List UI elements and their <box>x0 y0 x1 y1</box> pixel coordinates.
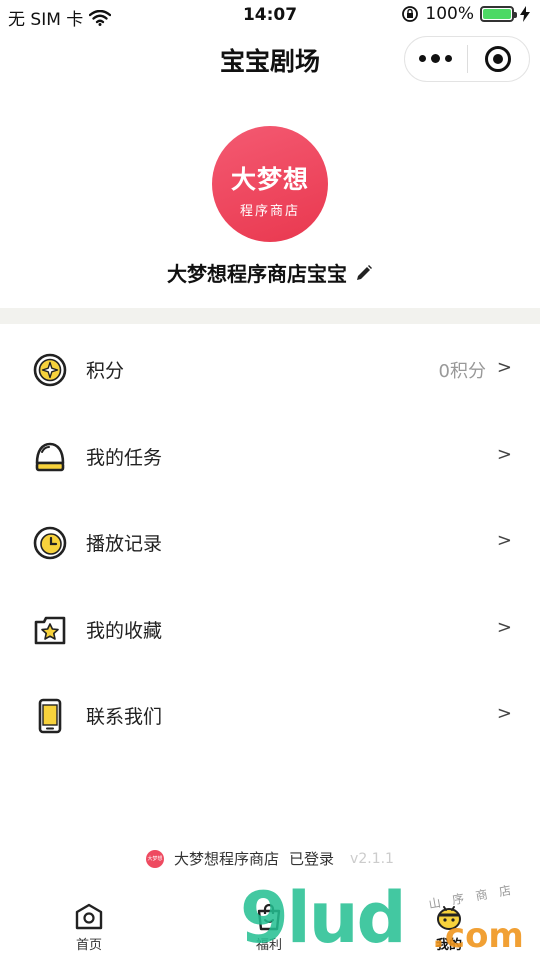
chevron-right-icon: > <box>496 443 512 465</box>
nav-bar: 宝宝剧场 <box>0 30 540 86</box>
close-program-button[interactable] <box>468 37 530 81</box>
phone-icon <box>38 698 62 734</box>
rotation-lock-icon <box>402 6 419 22</box>
star-icon <box>34 616 66 644</box>
tab-bar: 首页 福利 我的 <box>0 892 540 960</box>
store-logo-icon: 大梦想 <box>146 849 165 868</box>
tab-welfare[interactable]: 福利 <box>224 902 314 953</box>
chevron-right-icon: > <box>496 616 512 638</box>
target-icon <box>485 46 512 72</box>
menu-item-favorites[interactable]: 我的收藏 > <box>0 586 540 673</box>
avatar-title: 大梦想 <box>230 165 309 194</box>
menu-item-tasks[interactable]: 我的任务 > <box>0 413 540 500</box>
more-button[interactable] <box>405 37 467 81</box>
tab-label-mine: 我的 <box>435 938 462 953</box>
menu-list: 积分 0积分 > 我的任务 > 播放记录 > 我的收藏 > 联系我们 > <box>0 326 540 759</box>
gift-bag-icon <box>257 903 281 931</box>
chevron-right-icon: > <box>496 357 512 378</box>
profile-name-row[interactable]: 大梦想程序商店宝宝 <box>0 258 540 287</box>
points-icon <box>33 353 67 387</box>
avatar[interactable]: 大梦想 程序商店 <box>212 126 328 242</box>
menu-item-contact[interactable]: 联系我们 > <box>0 672 540 759</box>
login-status: 已登录 <box>289 850 335 868</box>
home-icon <box>75 903 103 930</box>
pencil-icon[interactable] <box>355 264 373 282</box>
clock-icon <box>33 526 67 560</box>
tab-home[interactable]: 首页 <box>44 902 134 953</box>
more-dots-icon <box>419 54 453 63</box>
task-icon <box>35 442 65 471</box>
menu-label-contact: 联系我们 <box>86 706 163 728</box>
menu-item-points[interactable]: 积分 0积分 > <box>0 326 540 413</box>
avatar-subtitle: 程序商店 <box>239 204 300 219</box>
menu-label-favorites: 我的收藏 <box>86 619 163 642</box>
chevron-right-icon: > <box>496 703 512 724</box>
points-value: 0积分 <box>438 361 486 382</box>
version-text: v2.1.1 <box>350 850 394 867</box>
tab-label-home: 首页 <box>75 938 102 953</box>
status-right: 100% <box>401 4 530 24</box>
tab-label-welfare: 福利 <box>255 938 282 953</box>
menu-label-tasks: 我的任务 <box>86 446 163 469</box>
mini-program-capsule <box>404 36 530 82</box>
profile-name: 大梦想程序商店宝宝 <box>167 262 347 286</box>
store-name: 大梦想程序商店 <box>174 850 280 868</box>
charging-icon <box>520 6 530 22</box>
login-status-row: 大梦想 大梦想程序商店 已登录 v2.1.1 <box>0 848 540 869</box>
menu-item-history[interactable]: 播放记录 > <box>0 499 540 586</box>
status-bar: 无 SIM 卡 14:07 100% <box>0 0 540 30</box>
battery-text: 100% <box>425 4 474 24</box>
chevron-right-icon: > <box>496 530 512 551</box>
section-separator <box>0 308 540 324</box>
bee-icon <box>437 906 461 930</box>
menu-label-history: 播放记录 <box>86 533 163 555</box>
menu-label-points: 积分 <box>86 360 125 382</box>
battery-icon <box>480 6 517 22</box>
tab-mine[interactable]: 我的 <box>404 902 494 953</box>
